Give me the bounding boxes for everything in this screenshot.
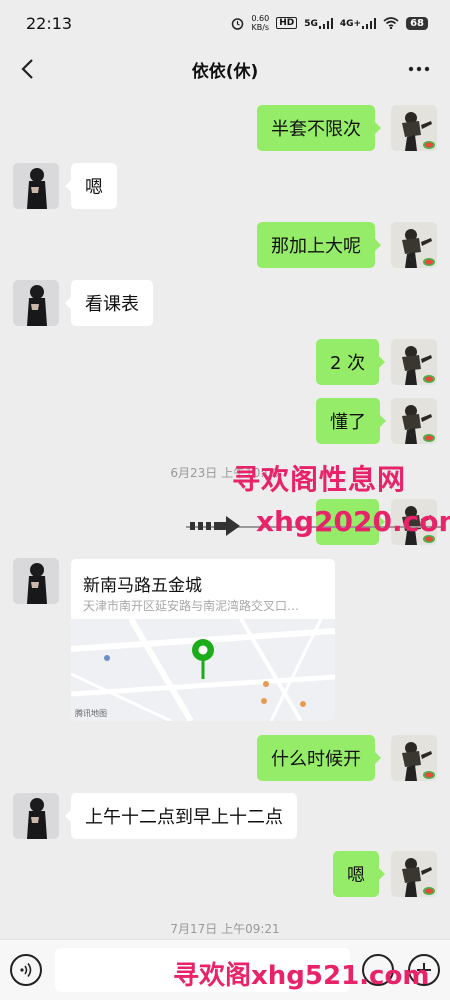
message-bubble-received[interactable]: 嗯	[65, 163, 117, 209]
status-icons: 0.60 KB/s HD 5G 4G+ 68	[231, 14, 428, 32]
message-bubble-sent[interactable]: 那加上大呢	[257, 222, 381, 268]
message-bubble-sent[interactable]: 嗯	[333, 851, 385, 897]
battery-level: 68	[406, 16, 428, 30]
my-avatar[interactable]	[391, 851, 437, 897]
voice-button[interactable]	[10, 954, 42, 986]
net-speed: 0.60 KB/s	[251, 14, 269, 32]
my-avatar[interactable]	[391, 105, 437, 151]
my-avatar[interactable]	[391, 222, 437, 268]
message-bubble-sent[interactable]: 2 次	[316, 339, 386, 385]
signal-4g-label: 4G+	[339, 18, 362, 29]
message-bubble-sent[interactable]: 什么时候开	[257, 735, 381, 781]
message-bubble-received[interactable]: 看课表	[65, 280, 153, 326]
map-credit: 腾讯地图	[75, 709, 107, 718]
alarm-icon	[231, 17, 244, 30]
watermark-url: xhg2020.com	[256, 505, 450, 538]
watermark-bottom: 寻欢阁xhg521.com	[173, 961, 430, 991]
more-options-button[interactable]	[402, 54, 436, 84]
chat-title: 依依(休)	[191, 61, 259, 82]
timestamp: 7月17日 上午09:21	[170, 922, 280, 936]
back-button[interactable]	[12, 54, 42, 84]
chevron-left-icon	[21, 59, 33, 79]
status-time: 22:13	[26, 13, 73, 33]
chat-header: 依依(休)	[0, 46, 450, 92]
message-bubble-sent[interactable]: 半套不限次	[257, 105, 381, 151]
location-map[interactable]: 腾讯地图	[71, 617, 335, 721]
location-card[interactable]: 新南马路五金城 天津市南开区延安路与南泥湾路交叉口… 腾讯地图	[71, 559, 335, 721]
more-icon	[408, 66, 430, 72]
location-address: 天津市南开区延安路与南泥湾路交叉口…	[83, 599, 300, 613]
watermark-text: 寻欢阁性息网	[232, 463, 407, 496]
signal-5g-label: 5G	[304, 18, 318, 29]
status-bar: 22:13 0.60 KB/s HD 5G 4G+ 68	[0, 0, 450, 46]
net-speed-unit: KB/s	[251, 23, 270, 32]
signal-5g: 5G	[304, 17, 333, 29]
contact-avatar[interactable]	[13, 793, 59, 839]
message-bubble-received[interactable]: 上午十二点到早上十二点	[65, 793, 297, 839]
wifi-icon	[383, 17, 399, 29]
signal-bars-icon	[318, 17, 333, 29]
message-bubble-sent[interactable]: 懂了	[316, 398, 386, 444]
contact-avatar[interactable]	[13, 163, 59, 209]
map-pin-icon	[192, 639, 214, 679]
my-avatar[interactable]	[391, 398, 437, 444]
contact-avatar[interactable]	[13, 280, 59, 326]
location-title: 新南马路五金城	[83, 576, 202, 596]
signal-4g: 4G+	[339, 17, 377, 29]
voice-icon	[20, 963, 32, 977]
net-speed-value: 0.60	[251, 14, 270, 23]
contact-avatar[interactable]	[13, 558, 59, 604]
signal-bars-icon	[362, 17, 377, 29]
my-avatar[interactable]	[391, 735, 437, 781]
watermark-arrow-icon	[190, 516, 240, 536]
hd-badge: HD	[276, 17, 298, 29]
my-avatar[interactable]	[391, 339, 437, 385]
